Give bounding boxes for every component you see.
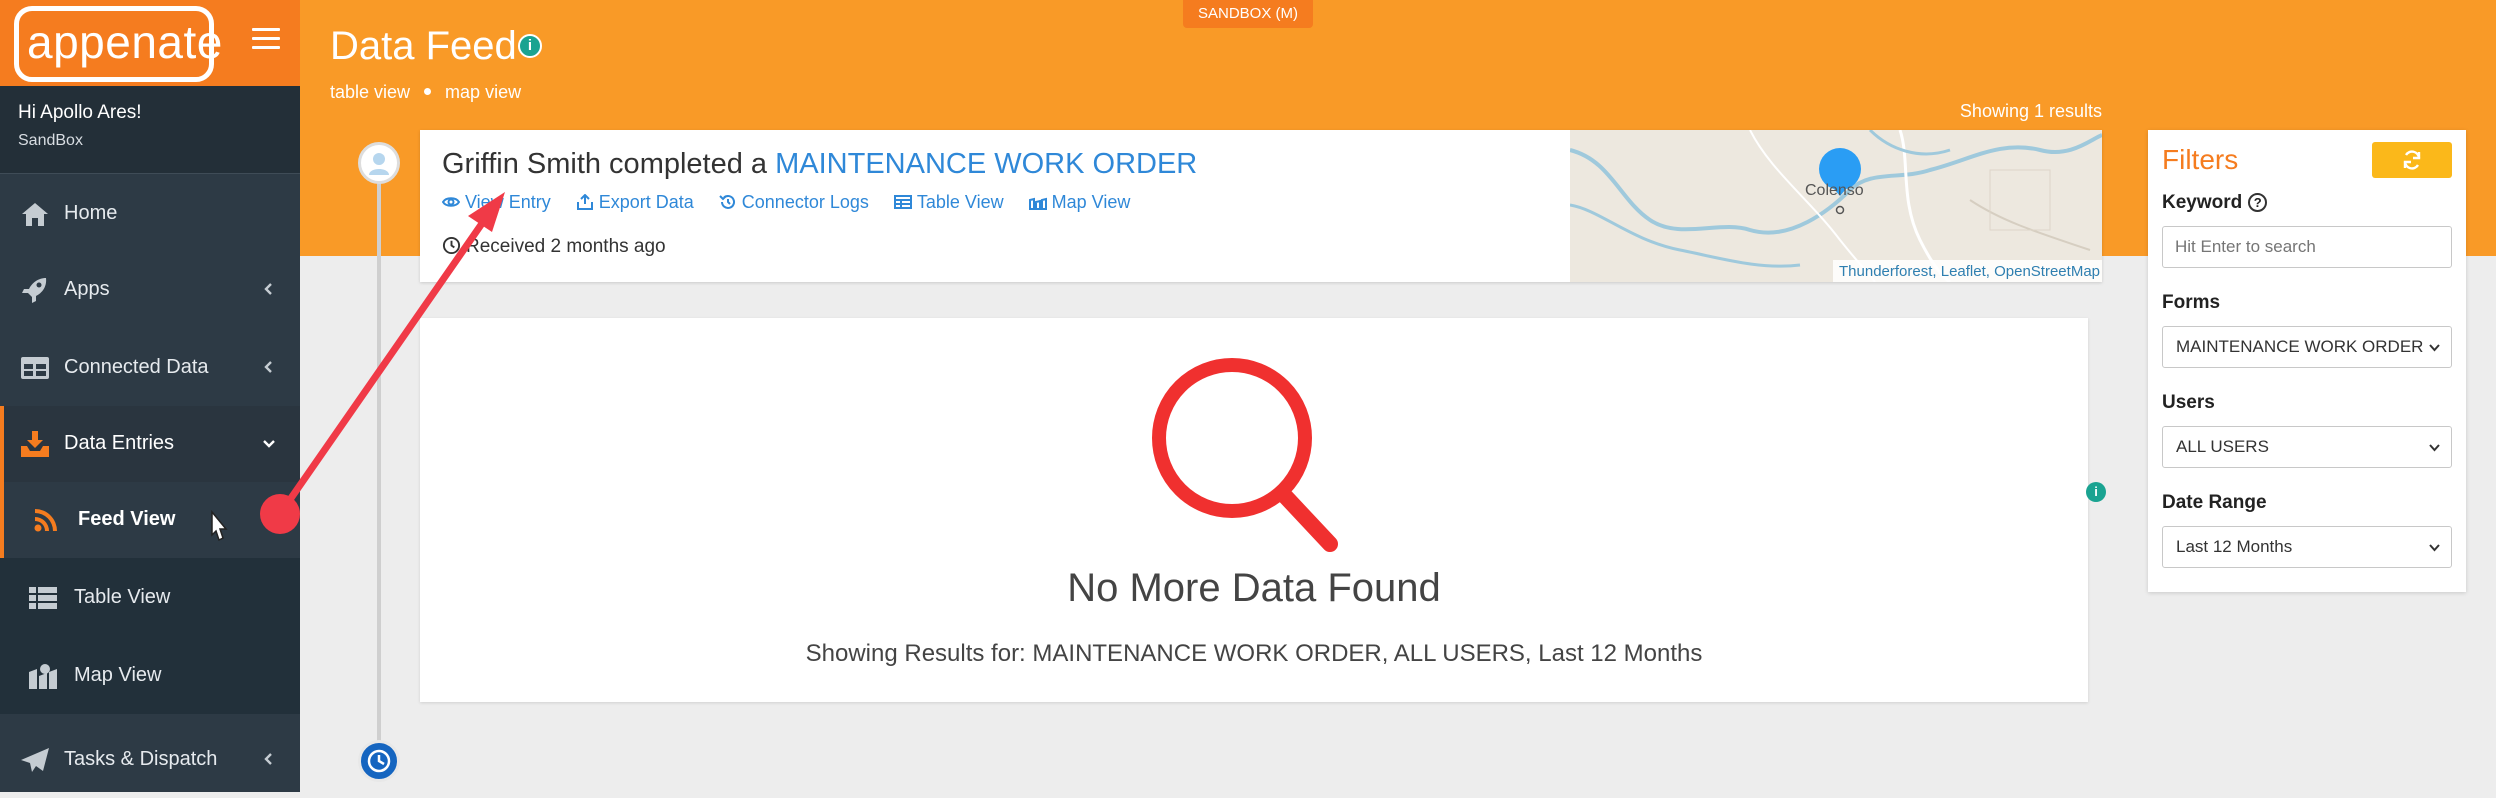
keyword-search-input[interactable] (2162, 226, 2452, 268)
rss-icon (34, 509, 57, 532)
export-icon (576, 193, 593, 210)
search-icon (1152, 358, 1338, 552)
forms-label: Forms (2162, 292, 2221, 313)
info-icon[interactable]: i (518, 34, 542, 58)
clock-icon (442, 236, 461, 255)
sidebar-item-data-entries[interactable]: Data Entries (0, 406, 300, 482)
action-label: Table View (916, 192, 1004, 212)
sidebar-item-home[interactable]: Home (0, 176, 300, 252)
rocket-icon (22, 278, 47, 303)
clock-icon (367, 749, 391, 773)
sidebar-item-label: Data Entries (64, 432, 175, 454)
action-label: View Entry (465, 192, 551, 212)
table-icon (893, 195, 912, 209)
map-town-label: Colenso (1805, 182, 1864, 199)
export-data-link[interactable]: Export Data (576, 192, 694, 213)
brand-bar: appenate (0, 0, 300, 86)
filters-panel: Filters Keyword? Forms MAINTENANCE WORK … (2148, 130, 2466, 592)
home-icon (22, 203, 48, 226)
timeline-end-marker (358, 740, 400, 782)
user-panel: Hi Apollo Ares! SandBox (0, 86, 300, 174)
sidebar-item-label: Apps (64, 278, 110, 300)
sidebar-item-tasks-dispatch[interactable]: Tasks & Dispatch (0, 722, 300, 798)
table-view-link[interactable]: table view (330, 82, 410, 102)
map-attribution[interactable]: Thunderforest, Leaflet, OpenStreetMap (1833, 260, 2102, 282)
sidebar-item-label: Home (64, 202, 118, 224)
entry-heading: Griffin Smith completed a MAINTENANCE WO… (442, 148, 1197, 181)
refresh-icon (2403, 150, 2421, 170)
chevron-down-icon (2429, 444, 2440, 452)
sidebar-item-table-view[interactable]: Table View (0, 560, 300, 636)
entry-actions: View Entry Export Data Connector Logs Ta… (441, 192, 1150, 213)
timeline-start-marker (358, 142, 400, 184)
sidebar-item-apps[interactable]: Apps (0, 252, 300, 328)
sidebar-item-connected-data[interactable]: Connected Data (0, 330, 300, 406)
info-icon[interactable]: i (2086, 482, 2106, 502)
map-icon (1028, 197, 1047, 210)
refresh-button[interactable] (2372, 142, 2452, 178)
map-view-action[interactable]: Map View (1028, 192, 1131, 213)
sidebar: appenate Hi Apollo Ares! SandBox Home Ap… (0, 0, 300, 792)
users-select[interactable]: ALL USERS (2162, 426, 2452, 468)
forms-select[interactable]: MAINTENANCE WORK ORDER (2162, 326, 2452, 368)
users-select-value: ALL USERS (2176, 437, 2269, 456)
timeline-line (377, 160, 381, 760)
keyword-label: Keyword? (2162, 192, 2268, 214)
appenate-logo[interactable]: appenate (14, 6, 222, 82)
action-label: Connector Logs (741, 192, 869, 212)
chevron-down-icon (2429, 544, 2440, 552)
help-icon[interactable]: ? (2248, 193, 2268, 212)
list-icon (29, 587, 57, 609)
sidebar-item-label: Map View (74, 664, 162, 686)
chevron-left-icon (264, 361, 272, 373)
entry-received-time: Received 2 months ago (442, 236, 666, 258)
entry-form-link[interactable]: MAINTENANCE WORK ORDER (775, 148, 1197, 180)
no-data-title: No More Data Found (1067, 566, 1441, 610)
view-entry-link[interactable]: View Entry (441, 192, 551, 213)
connector-logs-link[interactable]: Connector Logs (719, 192, 869, 213)
action-label: Export Data (598, 192, 694, 212)
users-label: Users (2162, 392, 2215, 413)
eye-icon (441, 197, 461, 207)
entry-user-text: Griffin Smith completed a (442, 148, 776, 180)
filters-title: Filters (2162, 144, 2239, 175)
hamburger-menu-icon[interactable] (252, 28, 280, 50)
sidebar-item-label: Table View (74, 586, 171, 608)
history-icon (719, 194, 735, 209)
chevron-down-icon (263, 440, 275, 448)
date-range-label: Date Range (2162, 492, 2267, 513)
user-greeting: Hi Apollo Ares! (18, 102, 142, 123)
no-more-data-card: No More Data Found Showing Results for: … (420, 318, 2088, 702)
page-title: Data Feed (330, 24, 517, 68)
paper-plane-icon (21, 748, 49, 772)
action-label: Map View (1051, 192, 1131, 212)
sidebar-item-map-view[interactable]: Map View (0, 638, 300, 714)
sidebar-item-feed-view[interactable]: Feed View (0, 482, 300, 558)
separator-dot (424, 88, 432, 96)
date-range-select-value: Last 12 Months (2176, 537, 2293, 556)
sandbox-badge: SANDBOX (M) (1183, 0, 1313, 28)
chevron-down-icon (2429, 344, 2440, 352)
entry-location-map[interactable]: Colenso Thunderforest, Leaflet, OpenStre… (1570, 130, 2102, 282)
sidebar-item-label: Connected Data (64, 356, 209, 378)
table-view-action[interactable]: Table View (893, 192, 1004, 213)
forms-select-value: MAINTENANCE WORK ORDER (2176, 337, 2424, 356)
inbox-download-icon (21, 431, 49, 457)
user-org: SandBox (18, 132, 83, 149)
results-count: Showing 1 results (1959, 101, 2102, 121)
chevron-left-icon (264, 283, 272, 295)
data-entries-submenu: Feed View Table View Map View (0, 482, 300, 714)
no-data-detail: Showing Results for: MAINTENANCE WORK OR… (805, 640, 1703, 667)
sidebar-item-label: Tasks & Dispatch (64, 748, 218, 770)
user-avatar-icon (369, 153, 389, 175)
received-label: Received 2 months ago (466, 236, 666, 257)
feed-entry-card: Griffin Smith completed a MAINTENANCE WO… (420, 130, 2102, 282)
map-icon (29, 664, 57, 689)
table-icon (21, 357, 49, 379)
map-view-link[interactable]: map view (445, 82, 521, 102)
sidebar-item-label: Feed View (78, 508, 176, 530)
chevron-left-icon (264, 753, 272, 765)
view-links: table view map view (330, 82, 521, 103)
date-range-select[interactable]: Last 12 Months (2162, 526, 2452, 568)
